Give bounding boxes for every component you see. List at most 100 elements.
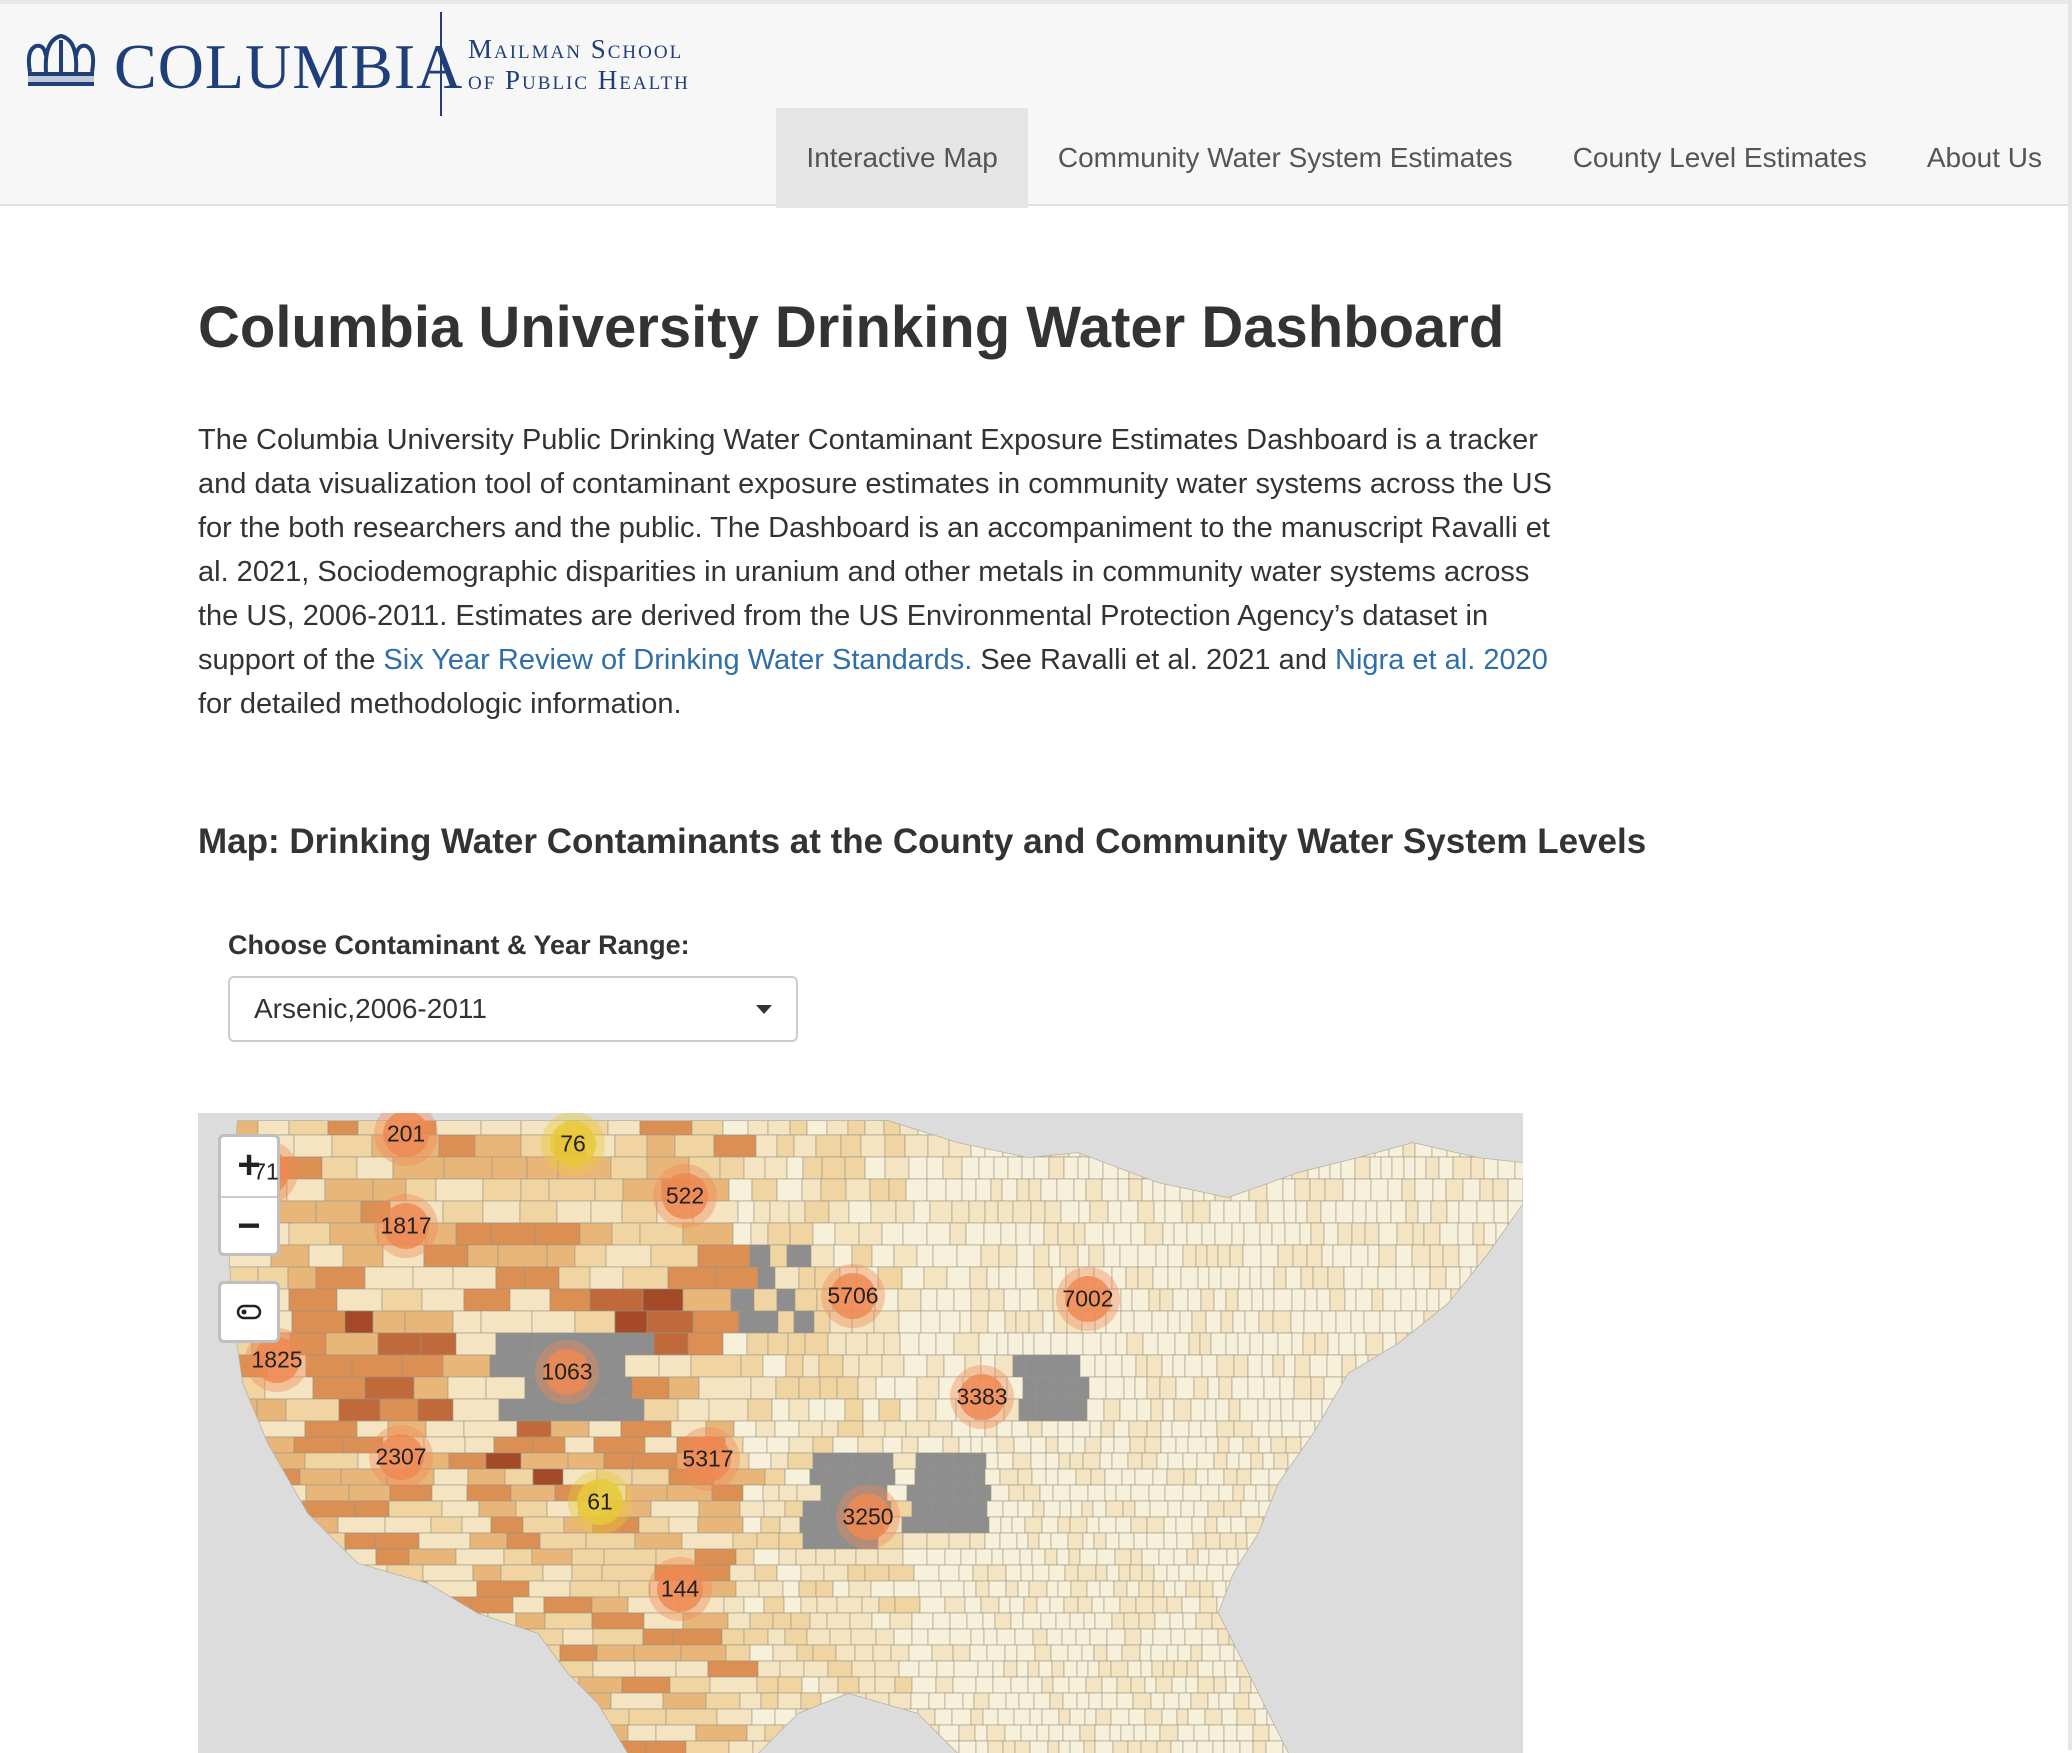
county-cell: [365, 1676, 417, 1694]
county-cell: [1312, 1266, 1329, 1290]
nav-item-community-water-system-estimates[interactable]: Community Water System Estimates: [1028, 108, 1543, 208]
county-cell: [837, 1676, 860, 1694]
county-cell: [1519, 1134, 1523, 1158]
county-cell: [888, 1564, 915, 1582]
county-cell: [667, 1266, 717, 1290]
county-cell: [1035, 1398, 1054, 1422]
county-cell: [1314, 1676, 1331, 1694]
county-cell: [325, 1332, 379, 1356]
county-cell: [722, 1121, 749, 1136]
county-cell: [920, 1740, 943, 1753]
county-cell: [865, 1692, 890, 1710]
county-cell: [1509, 1484, 1523, 1502]
county-cell: [1445, 1548, 1461, 1566]
county-cell: [1069, 1740, 1085, 1753]
county-cell: [1035, 1376, 1055, 1400]
county-cell: [1506, 1708, 1522, 1726]
county-cell: [258, 1580, 288, 1598]
county-cell: [1180, 1500, 1195, 1518]
county-cell: [1476, 1244, 1494, 1268]
county-cell: [926, 1222, 951, 1246]
county-cell: [1408, 1420, 1425, 1438]
county-cell: [784, 1500, 804, 1518]
county-cell: [1468, 1580, 1482, 1598]
county-cell: [1244, 1310, 1260, 1334]
county-cell: [1041, 1676, 1054, 1694]
county-cell: [1362, 1484, 1377, 1502]
county-cell: [757, 1266, 776, 1290]
cluster-count-label[interactable]: 1063: [541, 1359, 592, 1386]
cluster-count-label[interactable]: 3383: [956, 1384, 1007, 1411]
county-cell: [799, 1516, 819, 1534]
county-cell: [1016, 1644, 1036, 1662]
county-cell: [1346, 1612, 1359, 1630]
nav-item-about-us[interactable]: About Us: [1897, 108, 2072, 208]
county-cell: [905, 1420, 930, 1438]
county-cell: [1492, 1178, 1509, 1202]
county-cell: [650, 1244, 699, 1268]
nav-item-interactive-map[interactable]: Interactive Map: [776, 108, 1028, 208]
county-cell: [463, 1288, 511, 1312]
county-cell: [1232, 1156, 1249, 1180]
nav-item-county-level-estimates[interactable]: County Level Estimates: [1543, 108, 1897, 208]
cluster-count-label[interactable]: 201: [387, 1121, 425, 1148]
county-cell: [1426, 1288, 1440, 1312]
county-cell: [1443, 1484, 1463, 1502]
county-cell: [1051, 1660, 1065, 1678]
county-cell: [1452, 1596, 1468, 1614]
cluster-count-label[interactable]: 5706: [827, 1283, 878, 1310]
county-cell: [1094, 1740, 1114, 1753]
county-cell: [1379, 1500, 1398, 1518]
zoom-out-button[interactable]: −: [221, 1198, 277, 1257]
county-cell: [500, 1564, 544, 1582]
county-cell: [959, 1121, 978, 1136]
cluster-count-label[interactable]: 61: [587, 1489, 613, 1516]
cluster-count-label[interactable]: 1817: [380, 1213, 431, 1240]
map-canvas[interactable]: [198, 1113, 1523, 1753]
cluster-count-label[interactable]: 71: [253, 1159, 279, 1186]
county-cell: [253, 1452, 306, 1470]
county-cell: [1022, 1612, 1042, 1630]
county-cell: [1086, 1398, 1105, 1422]
cluster-count-label[interactable]: 5317: [682, 1446, 733, 1473]
county-cell: [1099, 1580, 1115, 1598]
layers-button[interactable]: [218, 1281, 280, 1343]
county-cell: [747, 1121, 769, 1136]
cluster-count-label[interactable]: 76: [560, 1131, 586, 1158]
cluster-count-label[interactable]: 144: [661, 1576, 699, 1603]
nigra-2020-link[interactable]: Nigra et al. 2020: [1335, 644, 1548, 676]
county-cell: [1515, 1288, 1523, 1312]
county-cell: [769, 1244, 788, 1268]
county-cell: [1069, 1484, 1089, 1502]
county-cell: [732, 1222, 752, 1246]
county-cell: [1446, 1134, 1461, 1158]
county-cell: [970, 1708, 984, 1726]
county-cell: [1493, 1628, 1507, 1646]
six-year-review-link[interactable]: Six Year Review of Drinking Water Standa…: [383, 644, 972, 676]
county-cell: [1164, 1484, 1184, 1502]
county-cell: [824, 1724, 846, 1742]
contaminant-year-select[interactable]: Arsenic,2006-2011: [228, 976, 798, 1042]
county-cell: [312, 1628, 350, 1646]
cluster-count-label[interactable]: 7002: [1062, 1286, 1113, 1313]
county-cell: [1105, 1376, 1125, 1400]
county-cell: [1384, 1516, 1404, 1534]
county-cell: [1471, 1121, 1486, 1136]
cluster-count-label[interactable]: 3250: [842, 1504, 893, 1531]
county-cell: [618, 1580, 651, 1598]
cluster-count-label[interactable]: 2307: [375, 1444, 426, 1471]
county-cell: [1115, 1516, 1132, 1534]
county-cell: [1271, 1222, 1286, 1246]
county-cell: [970, 1288, 990, 1312]
cluster-count-label[interactable]: 522: [666, 1183, 704, 1210]
county-cell: [612, 1332, 655, 1356]
county-cell: [949, 1628, 972, 1646]
county-cell: [1310, 1596, 1324, 1614]
county-map[interactable]: + − 201 71 76 522 1817 5706 7002 1825 1063 3383 23…: [198, 1113, 1523, 1753]
county-cell: [287, 1724, 330, 1742]
map-section-heading: Map: Drinking Water Contaminants at the …: [198, 822, 1647, 861]
county-cell: [896, 1740, 922, 1753]
cluster-count-label[interactable]: 1825: [251, 1347, 302, 1374]
county-cell: [669, 1676, 711, 1694]
county-cell: [452, 1398, 500, 1422]
